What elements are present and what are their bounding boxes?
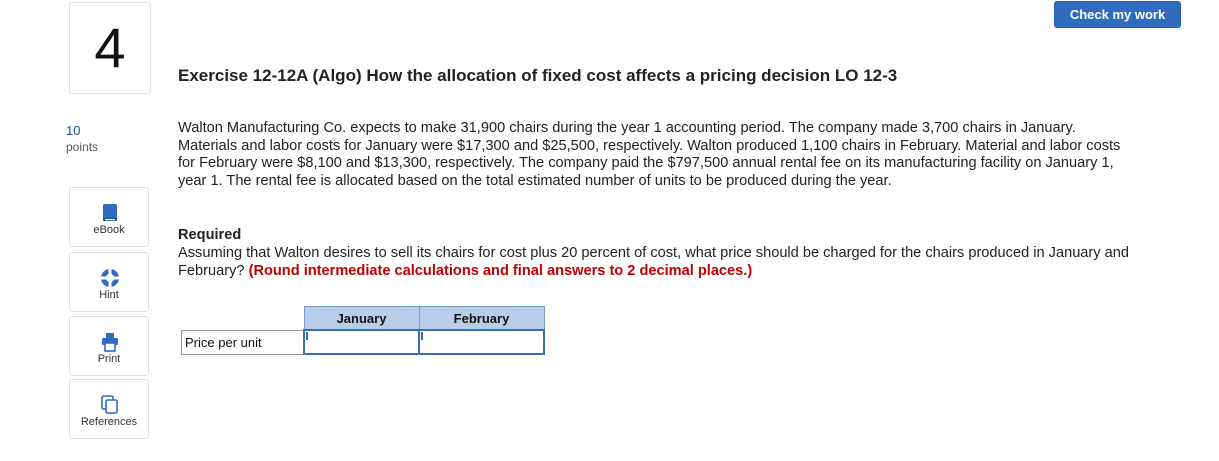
answer-table: January February Price per unit <box>181 306 545 355</box>
hint-label: Hint <box>99 289 119 301</box>
print-button[interactable]: Print <box>69 316 149 376</box>
points-value: 10 <box>66 123 81 138</box>
hint-button[interactable]: Hint <box>69 252 149 312</box>
february-price-input[interactable] <box>420 331 543 353</box>
question-number: 4 <box>94 16 126 79</box>
references-label: References <box>80 416 138 428</box>
references-button[interactable]: References <box>69 379 149 439</box>
column-january: January <box>303 306 420 331</box>
question-number-box: 4 <box>69 2 151 94</box>
copy-icon <box>101 395 118 414</box>
exercise-body: Walton Manufacturing Co. expects to make… <box>178 120 1121 189</box>
rounding-instruction: (Round intermediate calculations and fin… <box>248 262 753 279</box>
january-price-input[interactable] <box>305 331 418 353</box>
printer-icon <box>102 333 118 352</box>
january-price-cell <box>303 329 420 355</box>
required-heading: Required <box>178 227 242 243</box>
points-label: points <box>66 140 99 154</box>
february-price-cell <box>418 329 545 355</box>
row-label-price-per-unit: Price per unit <box>181 329 305 355</box>
table-row: Price per unit <box>181 329 545 355</box>
column-february: February <box>418 306 545 331</box>
header-blank-cell <box>181 306 305 330</box>
print-label: Print <box>97 353 121 365</box>
required-text: Assuming that Walton desires to sell its… <box>178 245 1148 280</box>
book-icon <box>103 204 117 221</box>
exercise-title: Exercise 12-12A (Algo) How the allocatio… <box>178 66 898 85</box>
ebook-button[interactable]: eBook <box>69 187 149 247</box>
ebook-label: eBook <box>93 224 125 236</box>
lifebuoy-icon <box>101 269 119 287</box>
check-my-work-button[interactable]: Check my work <box>1054 1 1181 28</box>
